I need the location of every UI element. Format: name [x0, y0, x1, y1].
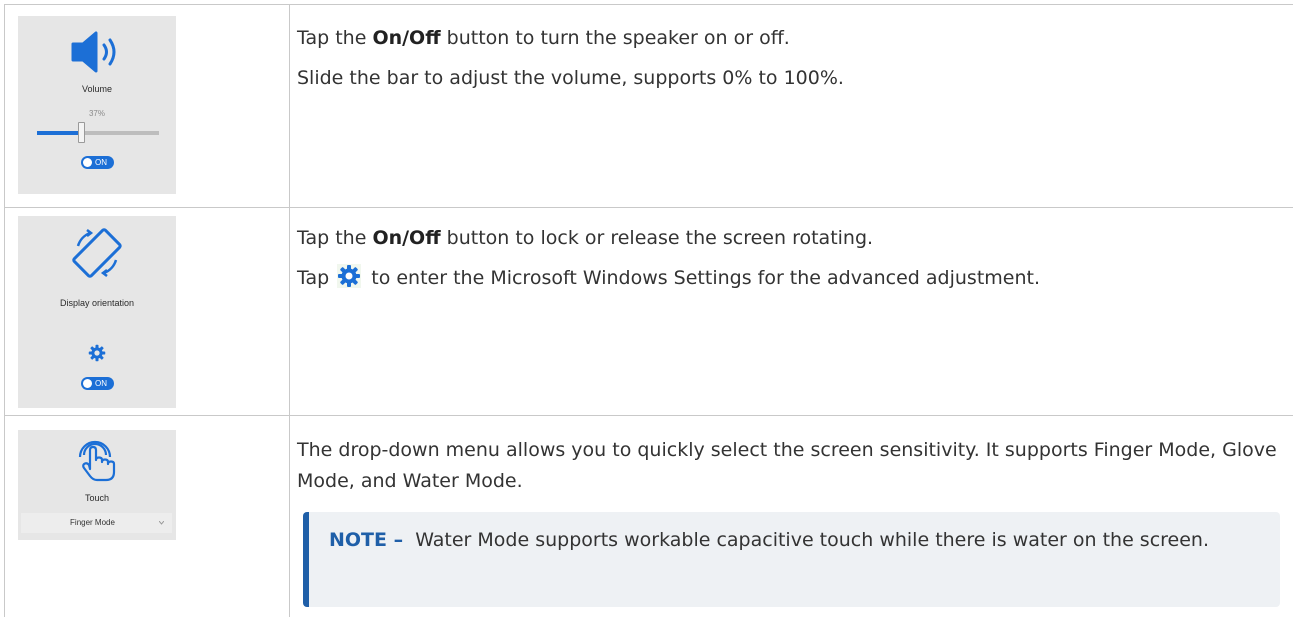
toggle-knob [83, 379, 92, 388]
touch-description: The drop-down menu allows you to quickly… [297, 439, 1277, 492]
gear-icon [337, 264, 362, 288]
table-row: Display orientation ON Tap the On/Off bu… [0, 208, 1293, 415]
table-row: Volume 37% ON Tap the On/Off button to t… [0, 0, 1293, 207]
text: button to turn the speaker on or off. [440, 27, 790, 49]
touch-panel: Touch Finger Mode [18, 430, 176, 540]
volume-panel: Volume 37% ON [18, 16, 176, 194]
volume-label: Volume [81, 84, 113, 94]
orientation-panel: Display orientation ON [18, 216, 176, 408]
speaker-icon[interactable] [70, 30, 122, 74]
touch-mode-select-value: Finger Mode [70, 518, 115, 527]
bold-text: On/Off [372, 27, 441, 49]
touch-mode-select[interactable]: Finger Mode [21, 513, 172, 533]
text: button to lock or release the screen rot… [440, 227, 874, 249]
orientation-label: Display orientation [59, 298, 135, 308]
rotate-icon[interactable] [70, 226, 124, 280]
touch-label: Touch [84, 493, 110, 503]
chevron-down-icon [159, 521, 164, 525]
description-line: Slide the bar to adjust the volume, supp… [297, 67, 844, 89]
rotation-lock-toggle[interactable]: ON [81, 377, 114, 390]
note-callout: NOTE – Water Mode supports workable capa… [303, 512, 1280, 607]
speaker-toggle[interactable]: ON [81, 156, 114, 169]
note-text: Water Mode supports workable capacitive … [415, 529, 1210, 551]
description-line: Tap the On/Off button to turn the speake… [297, 24, 1282, 53]
touch-icon[interactable] [77, 436, 117, 482]
bold-text: On/Off [372, 227, 441, 249]
volume-description: Tap the On/Off button to turn the speake… [297, 24, 1282, 93]
volume-percent: 37% [88, 109, 105, 118]
gear-icon[interactable] [88, 344, 106, 362]
volume-slider-thumb[interactable] [78, 122, 85, 143]
toggle-text: ON [95, 158, 107, 167]
text: Tap the [297, 27, 373, 49]
volume-slider-fill [37, 131, 82, 135]
description-line: Tap the On/Off button to lock or release… [297, 224, 1282, 253]
text: Tap [297, 267, 336, 289]
text: to enter the Microsoft Windows Settings … [365, 267, 1040, 289]
text: Tap the [297, 227, 373, 249]
note-label: NOTE – [329, 529, 404, 551]
toggle-text: ON [95, 379, 107, 388]
description-line: Tap to enter the Microsoft Windows Setti… [297, 264, 1282, 293]
toggle-knob [83, 158, 92, 167]
volume-slider[interactable] [37, 122, 159, 144]
orientation-description: Tap the On/Off button to lock or release… [297, 224, 1282, 293]
